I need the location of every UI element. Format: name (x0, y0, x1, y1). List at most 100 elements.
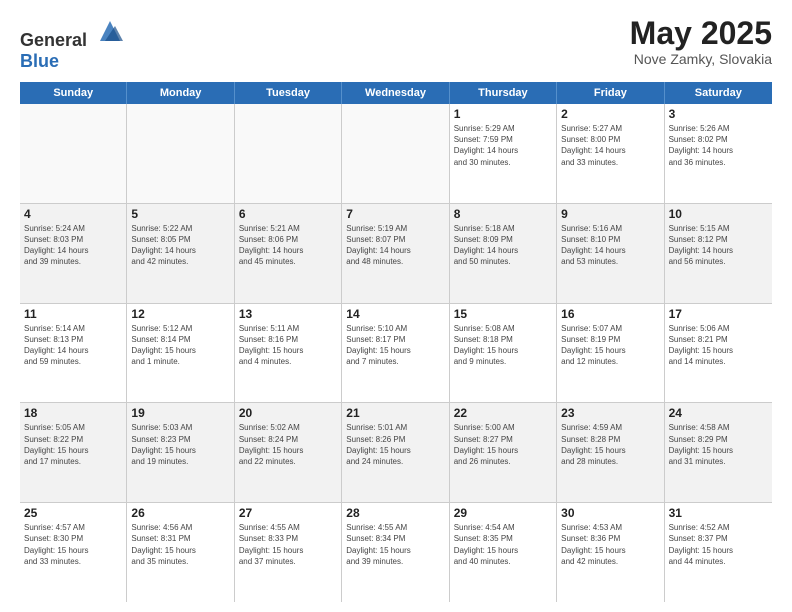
month-year: May 2025 (630, 16, 772, 51)
calendar-cell: 14 Sunrise: 5:10 AM Sunset: 8:17 PM Dayli… (342, 304, 449, 403)
calendar-cell (342, 104, 449, 203)
calendar-cell: 21Sunrise: 5:01 AM Sunset: 8:26 PM Dayli… (342, 403, 449, 502)
logo-general: General (20, 30, 87, 50)
calendar-cell: 29 Sunrise: 4:54 AM Sunset: 8:35 PM Dayli… (450, 503, 557, 602)
cell-info: Sunrise: 5:06 AM Sunset: 8:21 PM Dayligh… (669, 323, 768, 368)
day-number: 30 (561, 506, 659, 520)
header-wednesday: Wednesday (342, 82, 449, 104)
cell-info: Sunrise: 4:55 AM Sunset: 8:34 PM Dayligh… (346, 522, 444, 567)
calendar-cell: 7Sunrise: 5:19 AM Sunset: 8:07 PM Daylig… (342, 204, 449, 303)
day-number: 23 (561, 406, 659, 420)
calendar-cell: 30 Sunrise: 4:53 AM Sunset: 8:36 PM Dayli… (557, 503, 664, 602)
cell-info: Sunrise: 5:27 AM Sunset: 8:00 PM Dayligh… (561, 123, 659, 168)
day-number: 19 (131, 406, 229, 420)
calendar-cell: 31 Sunrise: 4:52 AM Sunset: 8:37 PM Dayli… (665, 503, 772, 602)
calendar-cell: 27 Sunrise: 4:55 AM Sunset: 8:33 PM Dayli… (235, 503, 342, 602)
cell-info: Sunrise: 4:58 AM Sunset: 8:29 PM Dayligh… (669, 422, 768, 467)
cell-info: Sunrise: 4:55 AM Sunset: 8:33 PM Dayligh… (239, 522, 337, 567)
day-number: 11 (24, 307, 122, 321)
logo: General Blue (20, 16, 125, 72)
cell-info: Sunrise: 5:03 AM Sunset: 8:23 PM Dayligh… (131, 422, 229, 467)
page: General Blue May 2025 Nove Zamky, Slovak… (0, 0, 792, 612)
cell-info: Sunrise: 5:18 AM Sunset: 8:09 PM Dayligh… (454, 223, 552, 268)
cell-info: Sunrise: 5:21 AM Sunset: 8:06 PM Dayligh… (239, 223, 337, 268)
cell-info: Sunrise: 5:08 AM Sunset: 8:18 PM Dayligh… (454, 323, 552, 368)
day-number: 13 (239, 307, 337, 321)
calendar-cell (127, 104, 234, 203)
day-number: 16 (561, 307, 659, 321)
location: Nove Zamky, Slovakia (630, 51, 772, 67)
day-number: 3 (669, 107, 768, 121)
day-number: 17 (669, 307, 768, 321)
day-number: 10 (669, 207, 768, 221)
day-number: 31 (669, 506, 768, 520)
week-4: 18 Sunrise: 5:05 AM Sunset: 8:22 PM Dayli… (20, 403, 772, 503)
cell-info: Sunrise: 5:11 AM Sunset: 8:16 PM Dayligh… (239, 323, 337, 368)
cell-info: Sunrise: 4:56 AM Sunset: 8:31 PM Dayligh… (131, 522, 229, 567)
calendar-cell: 25Sunrise: 4:57 AM Sunset: 8:30 PM Dayli… (20, 503, 127, 602)
day-number: 22 (454, 406, 552, 420)
calendar-cell: 10 Sunrise: 5:15 AM Sunset: 8:12 PM Dayli… (665, 204, 772, 303)
calendar-cell: 24 Sunrise: 4:58 AM Sunset: 8:29 PM Dayli… (665, 403, 772, 502)
day-number: 26 (131, 506, 229, 520)
calendar-cell: 8 Sunrise: 5:18 AM Sunset: 8:09 PM Daylig… (450, 204, 557, 303)
week-1: 1Sunrise: 5:29 AM Sunset: 7:59 PM Daylig… (20, 104, 772, 204)
calendar: Sunday Monday Tuesday Wednesday Thursday… (20, 82, 772, 602)
header-monday: Monday (127, 82, 234, 104)
day-number: 4 (24, 207, 122, 221)
title-block: May 2025 Nove Zamky, Slovakia (630, 16, 772, 67)
cell-info: Sunrise: 5:16 AM Sunset: 8:10 PM Dayligh… (561, 223, 659, 268)
calendar-cell: 28 Sunrise: 4:55 AM Sunset: 8:34 PM Dayli… (342, 503, 449, 602)
cell-info: Sunrise: 5:05 AM Sunset: 8:22 PM Dayligh… (24, 422, 122, 467)
calendar-body: 1Sunrise: 5:29 AM Sunset: 7:59 PM Daylig… (20, 104, 772, 602)
calendar-cell: 19 Sunrise: 5:03 AM Sunset: 8:23 PM Dayli… (127, 403, 234, 502)
header: General Blue May 2025 Nove Zamky, Slovak… (20, 16, 772, 72)
calendar-cell: 16 Sunrise: 5:07 AM Sunset: 8:19 PM Dayli… (557, 304, 664, 403)
calendar-cell: 4Sunrise: 5:24 AM Sunset: 8:03 PM Daylig… (20, 204, 127, 303)
calendar-cell: 1Sunrise: 5:29 AM Sunset: 7:59 PM Daylig… (450, 104, 557, 203)
cell-info: Sunrise: 5:12 AM Sunset: 8:14 PM Dayligh… (131, 323, 229, 368)
day-number: 27 (239, 506, 337, 520)
day-number: 6 (239, 207, 337, 221)
calendar-cell: 26 Sunrise: 4:56 AM Sunset: 8:31 PM Dayli… (127, 503, 234, 602)
header-friday: Friday (557, 82, 664, 104)
header-thursday: Thursday (450, 82, 557, 104)
calendar-cell: 12Sunrise: 5:12 AM Sunset: 8:14 PM Dayli… (127, 304, 234, 403)
cell-info: Sunrise: 5:26 AM Sunset: 8:02 PM Dayligh… (669, 123, 768, 168)
cell-info: Sunrise: 5:07 AM Sunset: 8:19 PM Dayligh… (561, 323, 659, 368)
day-number: 8 (454, 207, 552, 221)
calendar-cell: 11 Sunrise: 5:14 AM Sunset: 8:13 PM Dayli… (20, 304, 127, 403)
logo-icon (95, 16, 125, 46)
week-3: 11 Sunrise: 5:14 AM Sunset: 8:13 PM Dayli… (20, 304, 772, 404)
calendar-cell (20, 104, 127, 203)
day-number: 20 (239, 406, 337, 420)
cell-info: Sunrise: 5:29 AM Sunset: 7:59 PM Dayligh… (454, 123, 552, 168)
cell-info: Sunrise: 5:02 AM Sunset: 8:24 PM Dayligh… (239, 422, 337, 467)
calendar-cell: 18 Sunrise: 5:05 AM Sunset: 8:22 PM Dayli… (20, 403, 127, 502)
calendar-cell: 15 Sunrise: 5:08 AM Sunset: 8:18 PM Dayli… (450, 304, 557, 403)
calendar-cell: 5 Sunrise: 5:22 AM Sunset: 8:05 PM Daylig… (127, 204, 234, 303)
day-number: 5 (131, 207, 229, 221)
cell-info: Sunrise: 4:59 AM Sunset: 8:28 PM Dayligh… (561, 422, 659, 467)
day-number: 29 (454, 506, 552, 520)
cell-info: Sunrise: 4:52 AM Sunset: 8:37 PM Dayligh… (669, 522, 768, 567)
day-number: 9 (561, 207, 659, 221)
cell-info: Sunrise: 4:53 AM Sunset: 8:36 PM Dayligh… (561, 522, 659, 567)
day-number: 14 (346, 307, 444, 321)
cell-info: Sunrise: 5:22 AM Sunset: 8:05 PM Dayligh… (131, 223, 229, 268)
calendar-cell: 17 Sunrise: 5:06 AM Sunset: 8:21 PM Dayli… (665, 304, 772, 403)
cell-info: Sunrise: 5:10 AM Sunset: 8:17 PM Dayligh… (346, 323, 444, 368)
cell-info: Sunrise: 5:14 AM Sunset: 8:13 PM Dayligh… (24, 323, 122, 368)
day-number: 7 (346, 207, 444, 221)
day-number: 2 (561, 107, 659, 121)
week-5: 25Sunrise: 4:57 AM Sunset: 8:30 PM Dayli… (20, 503, 772, 602)
cell-info: Sunrise: 5:15 AM Sunset: 8:12 PM Dayligh… (669, 223, 768, 268)
calendar-header: Sunday Monday Tuesday Wednesday Thursday… (20, 82, 772, 104)
day-number: 15 (454, 307, 552, 321)
calendar-cell: 13 Sunrise: 5:11 AM Sunset: 8:16 PM Dayli… (235, 304, 342, 403)
cell-info: Sunrise: 4:54 AM Sunset: 8:35 PM Dayligh… (454, 522, 552, 567)
day-number: 24 (669, 406, 768, 420)
cell-info: Sunrise: 4:57 AM Sunset: 8:30 PM Dayligh… (24, 522, 122, 567)
day-number: 18 (24, 406, 122, 420)
day-number: 28 (346, 506, 444, 520)
